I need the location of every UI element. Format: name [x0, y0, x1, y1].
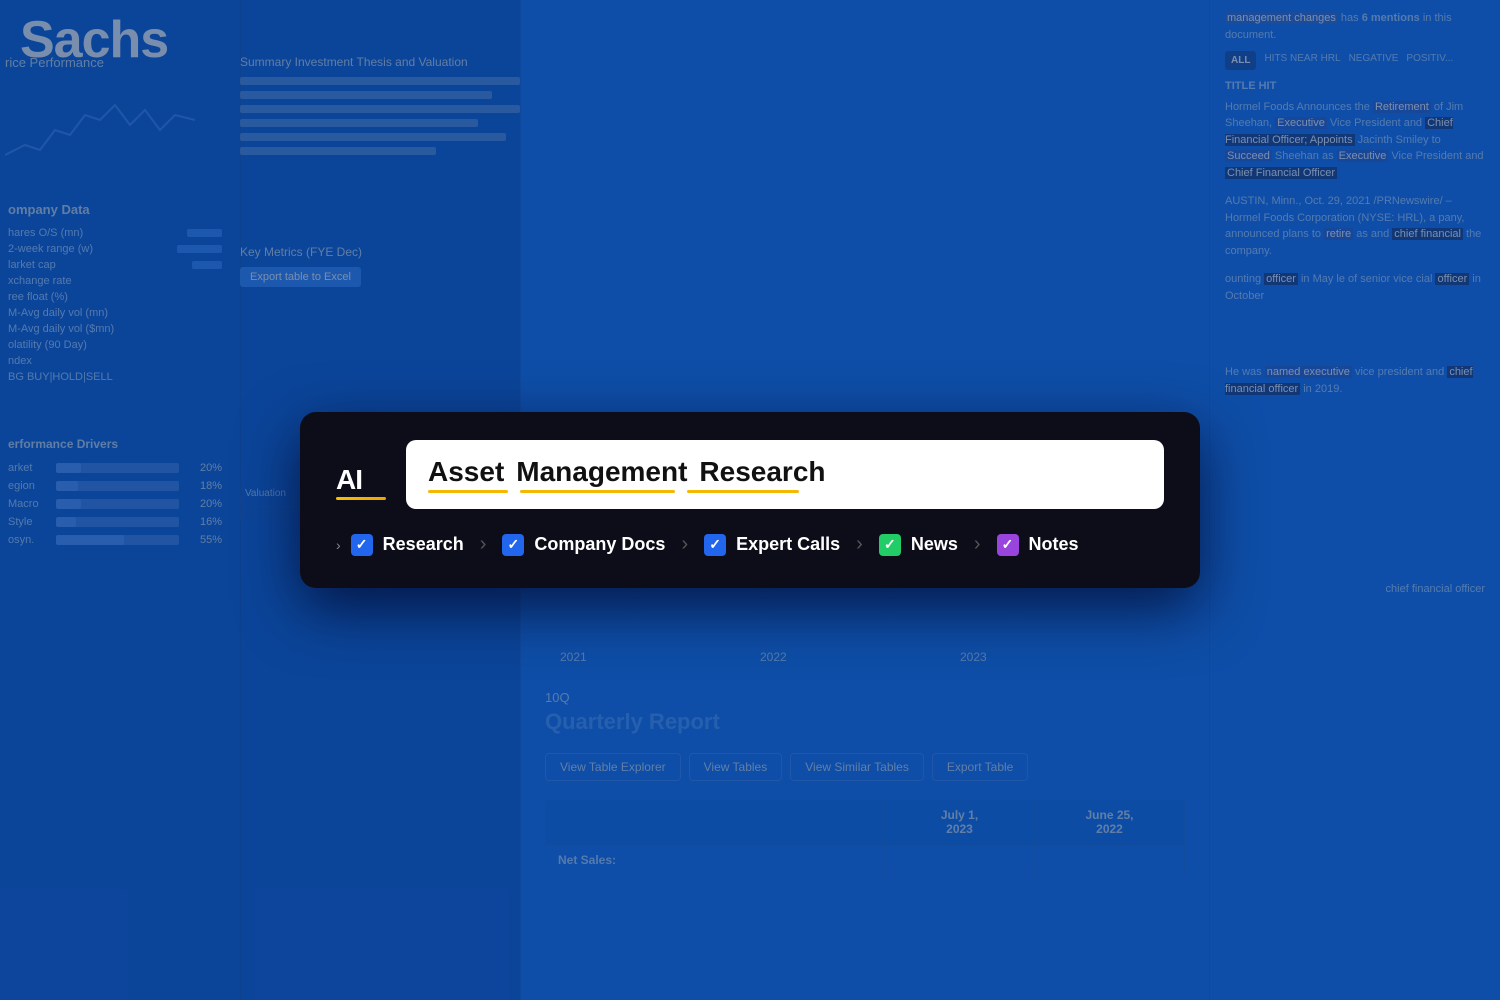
nav-item-notes[interactable]: ✓ Notes	[997, 534, 1079, 556]
search-word-management: Management	[516, 456, 687, 488]
checkbox-expert-calls[interactable]: ✓	[704, 534, 726, 556]
separator-3: ›	[856, 533, 863, 556]
check-icon-company-docs: ✓	[508, 536, 520, 553]
search-box[interactable]: Asset Management Research	[406, 440, 1164, 509]
ai-logo-underline	[336, 497, 386, 500]
nav-label-company-docs: Company Docs	[534, 534, 665, 555]
modal-overlay: AI Asset Management Research	[0, 0, 1500, 1000]
nav-label-expert-calls: Expert Calls	[736, 534, 840, 555]
nav-item-expert-calls[interactable]: ✓ Expert Calls	[704, 534, 840, 556]
nav-item-company-docs[interactable]: ✓ Company Docs	[502, 534, 665, 556]
checkbox-notes[interactable]: ✓	[997, 534, 1019, 556]
separator-1: ›	[480, 533, 487, 556]
search-word-research: Research	[699, 456, 825, 488]
check-icon-expert-calls: ✓	[709, 536, 721, 553]
nav-label-research: Research	[383, 534, 464, 555]
nav-label-notes: Notes	[1029, 534, 1079, 555]
check-icon-notes: ✓	[1002, 536, 1014, 553]
separator-4: ›	[974, 533, 981, 556]
check-icon-research: ✓	[356, 536, 368, 553]
checkbox-news[interactable]: ✓	[879, 534, 901, 556]
search-underlines-row	[428, 490, 826, 493]
ai-logo-text: AI	[336, 466, 362, 494]
modal-nav: › ✓ Research › ✓ Company Docs › ✓	[336, 533, 1164, 556]
nav-item-research[interactable]: ✓ Research	[351, 534, 464, 556]
modal-header: AI Asset Management Research	[336, 440, 1164, 509]
search-content: Asset Management Research	[428, 456, 826, 493]
underline-asset	[428, 490, 508, 493]
check-icon-news: ✓	[884, 536, 896, 553]
nav-item-news[interactable]: ✓ News	[879, 534, 958, 556]
underline-research	[687, 490, 799, 493]
search-word-asset: Asset	[428, 456, 504, 488]
modal-box: AI Asset Management Research	[300, 412, 1200, 588]
checkbox-research[interactable]: ✓	[351, 534, 373, 556]
underline-management	[520, 490, 675, 493]
arrow-research: ›	[336, 537, 341, 553]
checkbox-company-docs[interactable]: ✓	[502, 534, 524, 556]
search-words-row: Asset Management Research	[428, 456, 826, 488]
ai-logo: AI	[336, 450, 386, 500]
separator-2: ›	[681, 533, 688, 556]
nav-label-news: News	[911, 534, 958, 555]
